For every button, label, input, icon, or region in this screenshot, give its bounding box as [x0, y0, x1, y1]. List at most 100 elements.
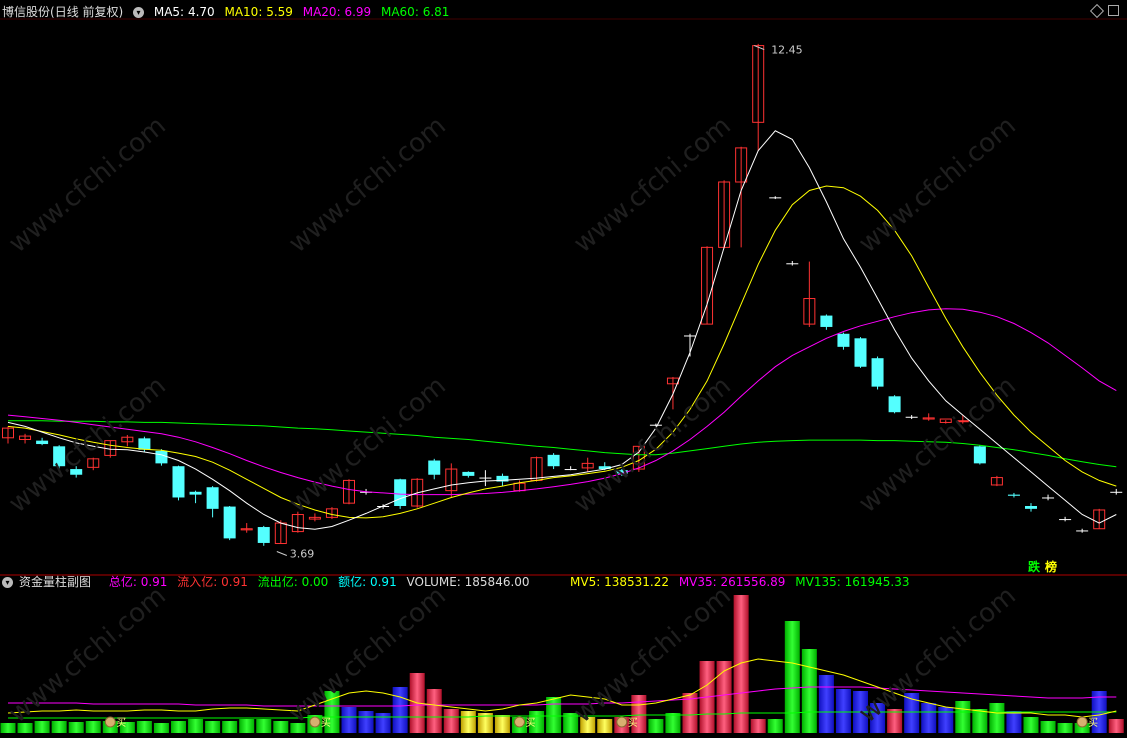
- amount-label: 额亿:: [338, 575, 367, 589]
- candle-body: [1076, 530, 1089, 532]
- buy-signal-label: 买: [1088, 717, 1098, 729]
- money-bag-icon: [1076, 716, 1088, 728]
- candle-body: [854, 338, 867, 367]
- volume-bar: [51, 721, 67, 733]
- candle-body: [1042, 497, 1055, 499]
- volume-label: VOLUME:: [406, 575, 461, 589]
- volume-bar: [546, 697, 562, 733]
- candle-body: [973, 446, 986, 464]
- mv135-label: MV135:: [795, 575, 841, 589]
- fall-tag[interactable]: 跌: [1028, 558, 1040, 575]
- ma5-label: MA5:: [153, 5, 185, 19]
- high-price-label: 12.45: [771, 44, 803, 57]
- stock-name: 博信股份: [2, 5, 51, 19]
- candle-body: [36, 440, 49, 445]
- volume-bar: [921, 703, 937, 733]
- volume-bar: [750, 719, 766, 733]
- ma20-label: MA20:: [302, 5, 341, 19]
- candle-body: [786, 263, 799, 265]
- candle-body: [189, 491, 202, 495]
- volume-bar: [153, 723, 169, 733]
- candle-body: [394, 479, 407, 506]
- settings-chevron-icon[interactable]: ▾: [133, 7, 145, 18]
- mv5-value: 138531.22: [604, 575, 669, 589]
- ma10-value: 5.59: [266, 5, 293, 19]
- ranking-tag[interactable]: 榜: [1045, 558, 1057, 575]
- volume-bar: [392, 687, 408, 733]
- candle-body: [223, 506, 236, 539]
- ma5-value: 4.70: [187, 5, 215, 19]
- volume-bar: [426, 689, 442, 733]
- low-pointer: [276, 551, 287, 556]
- outflow-value: 0.00: [301, 575, 329, 589]
- candle-body: [172, 466, 185, 498]
- candle-body: [820, 315, 833, 327]
- candle-body: [479, 477, 492, 479]
- volume-bar: [955, 701, 971, 733]
- volume-bar: [375, 713, 391, 733]
- mv5-label: MV5:: [570, 575, 601, 589]
- candle-body: [888, 396, 901, 413]
- candle-body: [905, 416, 918, 418]
- mv35-label: MV35:: [678, 575, 717, 589]
- maximize-icon[interactable]: [1108, 5, 1119, 16]
- sub-settings-chevron-icon[interactable]: ▾: [2, 577, 13, 588]
- volume-bar: [256, 719, 272, 733]
- candle-body: [257, 527, 270, 543]
- low-price-label: 3.69: [290, 548, 315, 561]
- candle-body: [547, 454, 560, 467]
- volume-bar: [716, 661, 732, 733]
- volume-bar: [443, 709, 459, 733]
- volume-bar: [34, 721, 50, 733]
- money-bag-icon: [104, 716, 116, 728]
- volume-bar: [239, 719, 255, 733]
- volume-bar: [222, 721, 238, 733]
- mv35-value: 261556.89: [720, 575, 786, 589]
- candle-body: [138, 438, 151, 450]
- candle-body: [769, 197, 782, 199]
- buy-signal-label: 买: [628, 717, 638, 729]
- buy-signal-label: 买: [321, 717, 331, 729]
- volume-bar: [358, 711, 374, 733]
- volume-bar: [665, 713, 681, 733]
- period-label: (日线 前复权): [50, 5, 124, 19]
- ma60-label: MA60:: [380, 5, 419, 19]
- mv135-value: 161945.33: [844, 575, 910, 589]
- candle-body: [564, 469, 577, 471]
- money-bag-icon: [514, 716, 525, 728]
- volume-bar: [648, 719, 664, 733]
- total-value: 0.91: [140, 575, 168, 589]
- volume-bar: [938, 707, 954, 733]
- volume-bar: [733, 595, 749, 733]
- volume-bar: [835, 689, 851, 733]
- money-bag-icon: [616, 716, 628, 728]
- candle-body: [206, 487, 219, 509]
- volume-bar: [460, 711, 476, 733]
- candle-body: [428, 460, 441, 475]
- volume-bar: [818, 675, 834, 733]
- volume-bar: [205, 721, 221, 733]
- ma60-value: 6.81: [422, 5, 450, 19]
- amount-value: 0.91: [369, 575, 397, 589]
- ma20-value: 6.99: [344, 5, 372, 19]
- ma10-label: MA10:: [224, 5, 263, 19]
- volume-bar: [171, 721, 186, 733]
- candle-body: [155, 450, 168, 464]
- volume-bar: [1023, 717, 1039, 733]
- volume-bar: [1057, 723, 1073, 733]
- volume-bar: [273, 721, 289, 733]
- volume-bar: [1006, 711, 1022, 733]
- outflow-label: 流出亿:: [257, 575, 298, 589]
- volume-bar: [801, 649, 817, 733]
- volume-bar: [597, 719, 613, 733]
- sub-chart-header: ▾ 资金量柱副图 总亿: 0.91 流入亿: 0.91 流出亿: 0.00 额亿:…: [2, 573, 536, 591]
- candles-group: [2, 43, 1123, 546]
- candle-body: [684, 335, 696, 337]
- volume-bar: [68, 722, 84, 733]
- inflow-label: 流入亿:: [177, 575, 218, 589]
- volume-bar: [767, 719, 783, 733]
- volume-bar: [188, 719, 204, 733]
- inflow-value: 0.91: [221, 575, 248, 589]
- volume-bar: [1040, 721, 1056, 733]
- volume-value: 185846.00: [464, 575, 530, 589]
